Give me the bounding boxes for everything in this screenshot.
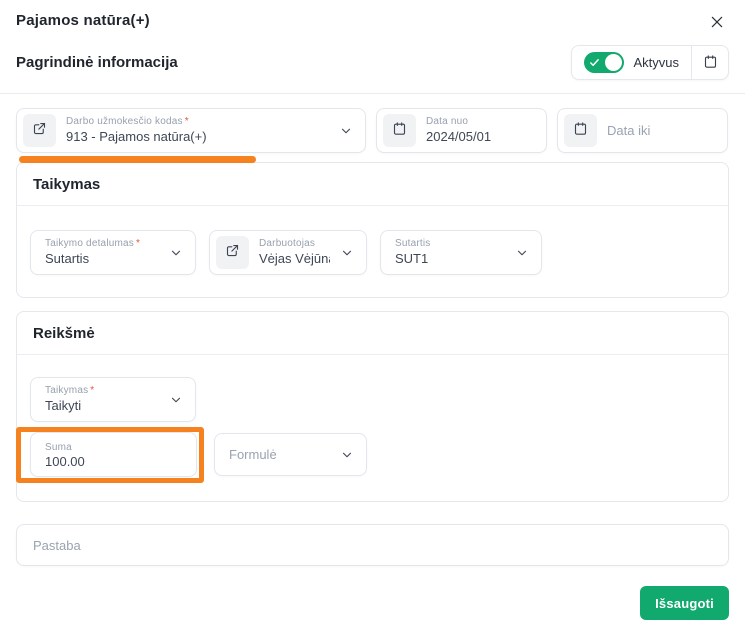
save-button[interactable]: Išsaugoti — [640, 586, 729, 620]
sutartis-value: SUT1 — [395, 250, 505, 268]
annotation-underline — [19, 156, 256, 163]
suma-row: Suma Formulė — [30, 432, 715, 477]
taikymas-title: Taikymas — [17, 163, 728, 206]
salary-code-value: 913 - Pajamos natūra(+) — [66, 128, 329, 146]
salary-code-texts: Darbo užmokesčio kodas* 913 - Pajamos na… — [66, 115, 329, 146]
chevron-down-icon — [169, 393, 183, 407]
date-from-field[interactable]: Data nuo 2024/05/01 — [376, 108, 547, 153]
taikymas-label: Taikymas* — [45, 384, 159, 397]
date-to-calendar-button[interactable] — [564, 114, 597, 147]
close-button[interactable] — [707, 12, 727, 32]
suma-label: Suma — [45, 441, 184, 454]
external-link-icon — [225, 243, 240, 263]
required-mark: * — [185, 116, 189, 127]
salary-code-label: Darbo užmokesčio kodas* — [66, 115, 329, 128]
taikymo-detalumas-select[interactable]: Taikymo detalumas* Sutartis — [30, 230, 196, 275]
darbuotojas-label: Darbuotojas — [259, 237, 330, 250]
suma-field[interactable]: Suma — [30, 432, 197, 477]
chevron-down-icon — [169, 246, 183, 260]
date-from-value: 2024/05/01 — [426, 128, 534, 146]
salary-code-select[interactable]: Darbo užmokesčio kodas* 913 - Pajamos na… — [16, 108, 366, 153]
taikymas-card: Taikymas Taikymo detalumas* Sutartis — [16, 162, 729, 298]
date-from-calendar-button[interactable] — [383, 114, 416, 147]
date-to-field[interactable]: Data iki — [557, 108, 728, 153]
suma-annotation-wrap: Suma — [30, 432, 197, 477]
taikymas-fields-row: Taikymo detalumas* Sutartis Darbuotojas … — [17, 206, 728, 297]
history-calendar-button[interactable] — [691, 46, 728, 79]
date-from-texts: Data nuo 2024/05/01 — [426, 115, 534, 146]
subheader: Pagrindinė informacija Aktyvus — [16, 45, 729, 80]
actions-row: Išsaugoti — [16, 586, 729, 620]
open-darbuotojas-button[interactable] — [216, 236, 249, 269]
taikymas-select[interactable]: Taikymas* Taikyti — [30, 377, 196, 422]
required-mark: * — [136, 238, 140, 249]
modal-title: Pajamos natūra(+) — [16, 12, 150, 29]
formule-placeholder: Formulė — [229, 447, 277, 462]
toggle-switch[interactable] — [584, 52, 624, 73]
close-icon — [709, 18, 725, 33]
header-divider — [0, 93, 745, 94]
active-toggle-card: Aktyvus — [571, 45, 729, 80]
main-info-title: Pagrindinė informacija — [16, 54, 178, 71]
reiksme-title: Reikšmė — [17, 312, 728, 355]
taikymas-value: Taikyti — [45, 397, 159, 415]
taikymo-detalumas-texts: Taikymo detalumas* Sutartis — [45, 237, 159, 268]
active-toggle[interactable]: Aktyvus — [572, 46, 691, 79]
date-from-label: Data nuo — [426, 115, 534, 128]
reiksme-fields: Taikymas* Taikyti Suma — [17, 355, 728, 501]
pastaba-field[interactable] — [16, 524, 729, 566]
date-to-placeholder: Data iki — [607, 123, 650, 138]
darbuotojas-texts: Darbuotojas Vėjas Vėjūnas — [259, 237, 330, 268]
active-toggle-label: Aktyvus — [633, 55, 679, 70]
suma-input[interactable] — [45, 454, 184, 469]
check-icon — [589, 57, 600, 68]
darbuotojas-value: Vėjas Vėjūnas — [259, 250, 330, 268]
chevron-down-icon — [340, 448, 354, 462]
external-link-icon — [32, 121, 47, 141]
suma-texts: Suma — [45, 441, 184, 469]
chevron-down-icon — [339, 124, 353, 138]
toggle-knob[interactable] — [605, 54, 622, 71]
required-mark: * — [90, 385, 94, 396]
calendar-icon — [573, 121, 588, 141]
open-salary-code-button[interactable] — [23, 114, 56, 147]
modal-header: Pajamos natūra(+) — [0, 0, 745, 32]
calendar-icon — [703, 54, 718, 72]
taikymo-detalumas-label: Taikymo detalumas* — [45, 237, 159, 250]
taikymas-texts: Taikymas* Taikyti — [45, 384, 159, 415]
reiksme-card: Reikšmė Taikymas* Taikyti Suma — [16, 311, 729, 502]
darbuotojas-select[interactable]: Darbuotojas Vėjas Vėjūnas — [209, 230, 367, 275]
taikymo-detalumas-value: Sutartis — [45, 250, 159, 268]
sutartis-texts: Sutartis SUT1 — [395, 237, 505, 268]
calendar-icon — [392, 121, 407, 141]
sutartis-label: Sutartis — [395, 237, 505, 250]
sutartis-select[interactable]: Sutartis SUT1 — [380, 230, 542, 275]
pastaba-input[interactable] — [31, 537, 714, 554]
chevron-down-icon — [340, 246, 354, 260]
modal-pajamos-natura: Pajamos natūra(+) Pagrindinė informacija… — [0, 0, 745, 641]
chevron-down-icon — [515, 246, 529, 260]
main-fields-row: Darbo užmokesčio kodas* 913 - Pajamos na… — [16, 108, 729, 153]
formule-select[interactable]: Formulė — [214, 433, 367, 476]
